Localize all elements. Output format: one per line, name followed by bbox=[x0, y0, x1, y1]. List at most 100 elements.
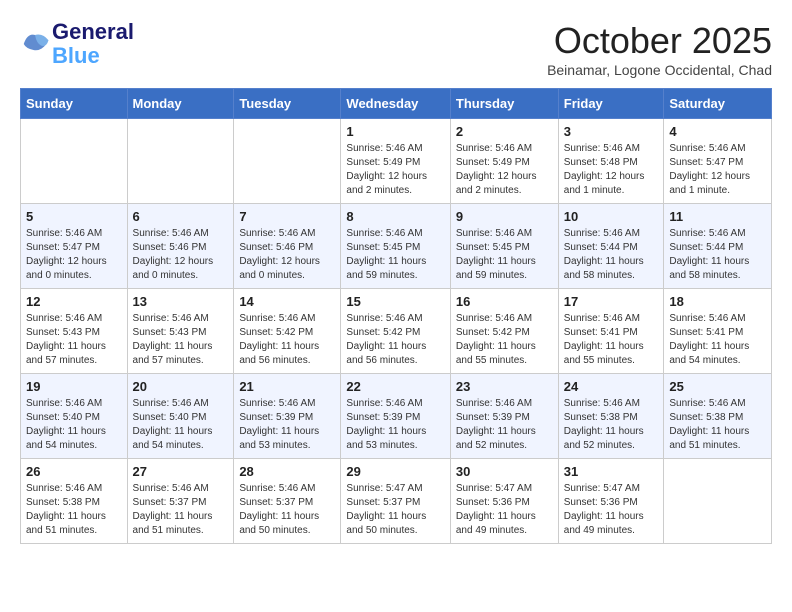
day-number: 21 bbox=[239, 379, 335, 394]
calendar-cell: 7 Sunrise: 5:46 AM Sunset: 5:46 PM Daylig… bbox=[234, 204, 341, 289]
day-info: Sunrise: 5:46 AM Sunset: 5:38 PM Dayligh… bbox=[564, 397, 659, 453]
day-number: 6 bbox=[133, 209, 229, 224]
logo-icon bbox=[20, 29, 50, 59]
day-info: Sunrise: 5:46 AM Sunset: 5:38 PM Dayligh… bbox=[669, 397, 766, 453]
calendar-cell: 6 Sunrise: 5:46 AM Sunset: 5:46 PM Daylig… bbox=[127, 204, 234, 289]
day-number: 4 bbox=[669, 124, 766, 139]
day-info: Sunrise: 5:46 AM Sunset: 5:45 PM Dayligh… bbox=[346, 227, 444, 283]
calendar-cell: 3 Sunrise: 5:46 AM Sunset: 5:48 PM Daylig… bbox=[558, 119, 664, 204]
calendar-cell: 31 Sunrise: 5:47 AM Sunset: 5:36 PM Dayli… bbox=[558, 459, 664, 544]
calendar-cell: 18 Sunrise: 5:46 AM Sunset: 5:41 PM Dayli… bbox=[664, 289, 772, 374]
day-number: 16 bbox=[456, 294, 553, 309]
calendar-cell: 22 Sunrise: 5:46 AM Sunset: 5:39 PM Dayli… bbox=[341, 374, 450, 459]
day-number: 23 bbox=[456, 379, 553, 394]
day-number: 31 bbox=[564, 464, 659, 479]
calendar-cell: 17Sunrise: 5:46 AM Sunset: 5:41 PM Dayli… bbox=[558, 289, 664, 374]
day-info: Sunrise: 5:46 AM Sunset: 5:48 PM Dayligh… bbox=[564, 142, 659, 198]
calendar-header-row: SundayMondayTuesdayWednesdayThursdayFrid… bbox=[21, 89, 772, 119]
day-info: Sunrise: 5:46 AM Sunset: 5:45 PM Dayligh… bbox=[456, 227, 553, 283]
day-number: 22 bbox=[346, 379, 444, 394]
day-number: 14 bbox=[239, 294, 335, 309]
day-number: 5 bbox=[26, 209, 122, 224]
calendar-cell: 26 Sunrise: 5:46 AM Sunset: 5:38 PM Dayli… bbox=[21, 459, 128, 544]
calendar-cell: 25 Sunrise: 5:46 AM Sunset: 5:38 PM Dayli… bbox=[664, 374, 772, 459]
day-info: Sunrise: 5:46 AM Sunset: 5:49 PM Dayligh… bbox=[346, 142, 444, 198]
day-number: 30 bbox=[456, 464, 553, 479]
day-info: Sunrise: 5:46 AM Sunset: 5:46 PM Dayligh… bbox=[239, 227, 335, 283]
calendar-cell: 11Sunrise: 5:46 AM Sunset: 5:44 PM Dayli… bbox=[664, 204, 772, 289]
day-number: 3 bbox=[564, 124, 659, 139]
day-info: Sunrise: 5:46 AM Sunset: 5:39 PM Dayligh… bbox=[456, 397, 553, 453]
day-number: 2 bbox=[456, 124, 553, 139]
header-friday: Friday bbox=[558, 89, 664, 119]
day-info: Sunrise: 5:46 AM Sunset: 5:42 PM Dayligh… bbox=[239, 312, 335, 368]
header-wednesday: Wednesday bbox=[341, 89, 450, 119]
calendar-cell: 20Sunrise: 5:46 AM Sunset: 5:40 PM Dayli… bbox=[127, 374, 234, 459]
day-number: 18 bbox=[669, 294, 766, 309]
day-number: 20 bbox=[133, 379, 229, 394]
header-monday: Monday bbox=[127, 89, 234, 119]
calendar-cell: 19Sunrise: 5:46 AM Sunset: 5:40 PM Dayli… bbox=[21, 374, 128, 459]
calendar-cell bbox=[127, 119, 234, 204]
calendar-cell: 13 Sunrise: 5:46 AM Sunset: 5:43 PM Dayli… bbox=[127, 289, 234, 374]
logo-text: GeneralBlue bbox=[52, 20, 134, 68]
page-header: GeneralBlue October 2025 Beinamar, Logon… bbox=[20, 20, 772, 78]
week-row-5: 26 Sunrise: 5:46 AM Sunset: 5:38 PM Dayli… bbox=[21, 459, 772, 544]
calendar-cell: 28 Sunrise: 5:46 AM Sunset: 5:37 PM Dayli… bbox=[234, 459, 341, 544]
day-info: Sunrise: 5:46 AM Sunset: 5:44 PM Dayligh… bbox=[564, 227, 659, 283]
day-info: Sunrise: 5:46 AM Sunset: 5:41 PM Dayligh… bbox=[564, 312, 659, 368]
calendar-cell: 10 Sunrise: 5:46 AM Sunset: 5:44 PM Dayli… bbox=[558, 204, 664, 289]
header-saturday: Saturday bbox=[664, 89, 772, 119]
day-info: Sunrise: 5:46 AM Sunset: 5:38 PM Dayligh… bbox=[26, 482, 122, 538]
location-subtitle: Beinamar, Logone Occidental, Chad bbox=[547, 62, 772, 78]
calendar-cell: 8 Sunrise: 5:46 AM Sunset: 5:45 PM Daylig… bbox=[341, 204, 450, 289]
calendar-cell bbox=[664, 459, 772, 544]
title-block: October 2025 Beinamar, Logone Occidental… bbox=[547, 20, 772, 78]
calendar-cell: 16 Sunrise: 5:46 AM Sunset: 5:42 PM Dayli… bbox=[450, 289, 558, 374]
calendar-cell bbox=[21, 119, 128, 204]
calendar-cell: 23 Sunrise: 5:46 AM Sunset: 5:39 PM Dayli… bbox=[450, 374, 558, 459]
header-tuesday: Tuesday bbox=[234, 89, 341, 119]
calendar-cell: 1Sunrise: 5:46 AM Sunset: 5:49 PM Daylig… bbox=[341, 119, 450, 204]
calendar-cell: 15Sunrise: 5:46 AM Sunset: 5:42 PM Dayli… bbox=[341, 289, 450, 374]
week-row-2: 5Sunrise: 5:46 AM Sunset: 5:47 PM Daylig… bbox=[21, 204, 772, 289]
day-info: Sunrise: 5:46 AM Sunset: 5:37 PM Dayligh… bbox=[239, 482, 335, 538]
calendar-cell: 9 Sunrise: 5:46 AM Sunset: 5:45 PM Daylig… bbox=[450, 204, 558, 289]
day-info: Sunrise: 5:46 AM Sunset: 5:49 PM Dayligh… bbox=[456, 142, 553, 198]
day-info: Sunrise: 5:47 AM Sunset: 5:36 PM Dayligh… bbox=[564, 482, 659, 538]
day-info: Sunrise: 5:46 AM Sunset: 5:37 PM Dayligh… bbox=[133, 482, 229, 538]
calendar-cell bbox=[234, 119, 341, 204]
day-number: 24 bbox=[564, 379, 659, 394]
day-info: Sunrise: 5:47 AM Sunset: 5:36 PM Dayligh… bbox=[456, 482, 553, 538]
header-thursday: Thursday bbox=[450, 89, 558, 119]
calendar-table: SundayMondayTuesdayWednesdayThursdayFrid… bbox=[20, 88, 772, 544]
day-number: 13 bbox=[133, 294, 229, 309]
week-row-1: 1Sunrise: 5:46 AM Sunset: 5:49 PM Daylig… bbox=[21, 119, 772, 204]
day-number: 10 bbox=[564, 209, 659, 224]
calendar-cell: 12Sunrise: 5:46 AM Sunset: 5:43 PM Dayli… bbox=[21, 289, 128, 374]
day-number: 26 bbox=[26, 464, 122, 479]
day-number: 9 bbox=[456, 209, 553, 224]
calendar-cell: 27Sunrise: 5:46 AM Sunset: 5:37 PM Dayli… bbox=[127, 459, 234, 544]
day-number: 8 bbox=[346, 209, 444, 224]
calendar-cell: 24 Sunrise: 5:46 AM Sunset: 5:38 PM Dayli… bbox=[558, 374, 664, 459]
day-info: Sunrise: 5:46 AM Sunset: 5:43 PM Dayligh… bbox=[26, 312, 122, 368]
day-info: Sunrise: 5:46 AM Sunset: 5:44 PM Dayligh… bbox=[669, 227, 766, 283]
day-number: 25 bbox=[669, 379, 766, 394]
day-info: Sunrise: 5:46 AM Sunset: 5:41 PM Dayligh… bbox=[669, 312, 766, 368]
day-info: Sunrise: 5:46 AM Sunset: 5:47 PM Dayligh… bbox=[669, 142, 766, 198]
day-number: 28 bbox=[239, 464, 335, 479]
day-info: Sunrise: 5:46 AM Sunset: 5:39 PM Dayligh… bbox=[346, 397, 444, 453]
day-number: 29 bbox=[346, 464, 444, 479]
week-row-4: 19Sunrise: 5:46 AM Sunset: 5:40 PM Dayli… bbox=[21, 374, 772, 459]
calendar-cell: 2 Sunrise: 5:46 AM Sunset: 5:49 PM Daylig… bbox=[450, 119, 558, 204]
calendar-cell: 5Sunrise: 5:46 AM Sunset: 5:47 PM Daylig… bbox=[21, 204, 128, 289]
day-number: 7 bbox=[239, 209, 335, 224]
day-number: 19 bbox=[26, 379, 122, 394]
day-info: Sunrise: 5:46 AM Sunset: 5:42 PM Dayligh… bbox=[456, 312, 553, 368]
day-info: Sunrise: 5:46 AM Sunset: 5:43 PM Dayligh… bbox=[133, 312, 229, 368]
calendar-cell: 30 Sunrise: 5:47 AM Sunset: 5:36 PM Dayli… bbox=[450, 459, 558, 544]
day-info: Sunrise: 5:47 AM Sunset: 5:37 PM Dayligh… bbox=[346, 482, 444, 538]
day-number: 15 bbox=[346, 294, 444, 309]
day-info: Sunrise: 5:46 AM Sunset: 5:46 PM Dayligh… bbox=[133, 227, 229, 283]
